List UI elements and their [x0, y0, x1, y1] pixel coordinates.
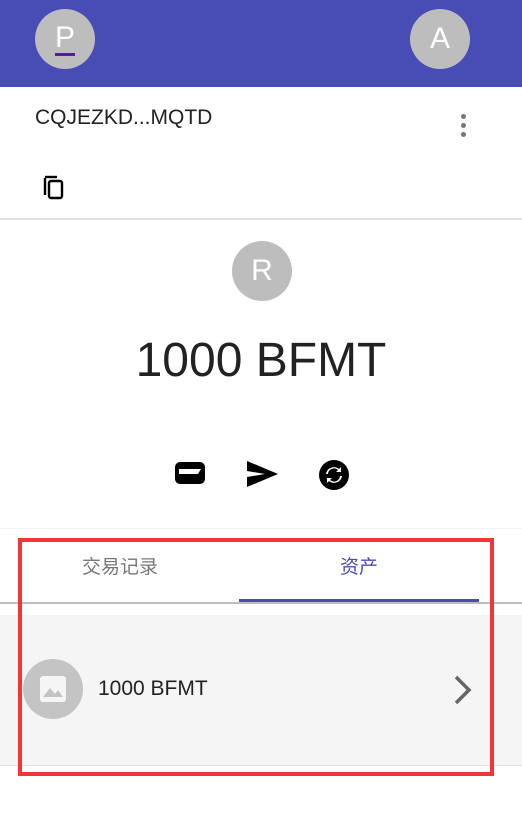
more-options-icon[interactable] [455, 114, 471, 140]
exchange-icon[interactable] [318, 459, 350, 496]
send-icon[interactable] [245, 459, 279, 494]
account-address: CQJEZKD...MQTD [35, 106, 213, 129]
asset-list-item[interactable]: 1000 BFMT [0, 615, 522, 765]
app-header: P A [0, 0, 522, 87]
account-avatar-button[interactable]: A [410, 9, 470, 69]
profile-avatar-button[interactable]: P [35, 9, 95, 69]
account-avatar-letter: A [429, 22, 450, 55]
tab-transactions[interactable]: 交易记录 [0, 529, 240, 601]
divider [0, 218, 522, 220]
wallet-avatar: R [232, 241, 292, 301]
chevron-right-icon [452, 673, 474, 712]
tab-assets[interactable]: 资产 [239, 529, 479, 601]
wallet-balance: 1000 BFMT [135, 334, 387, 387]
asset-label: 1000 BFMT [98, 677, 208, 700]
wallet-avatar-letter: R [251, 254, 273, 287]
profile-avatar-letter: P [54, 20, 75, 56]
wallet-icon[interactable] [174, 459, 206, 492]
image-icon [23, 659, 83, 719]
tab-divider [0, 602, 522, 604]
divider [0, 765, 522, 766]
tab-bar: 交易记录 资产 [0, 528, 522, 603]
copy-icon[interactable] [42, 174, 66, 205]
